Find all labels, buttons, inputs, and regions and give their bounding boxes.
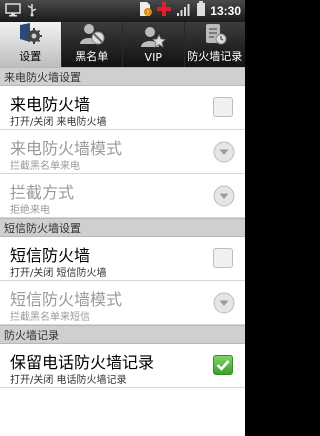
tab-firewall-log[interactable]: 防火墙记录	[185, 22, 246, 67]
call-firewall-row[interactable]: 来电防火墙 打开/关闭 来电防火墙	[0, 86, 245, 130]
call-mode-row[interactable]: 来电防火墙模式 拦截黑名单来电	[0, 130, 245, 174]
sms-firewall-checkbox[interactable]	[213, 248, 235, 270]
settings-list: 来电防火墙设置 来电防火墙 打开/关闭 来电防火墙 来电防火墙模式 拦截黑名单来…	[0, 67, 245, 436]
sim-alert-icon: !	[138, 1, 153, 21]
svg-text:!: !	[147, 9, 150, 17]
row-subtitle: 拦截黑名单来短信	[10, 312, 90, 323]
dropdown-arrow-icon[interactable]	[213, 185, 235, 207]
tab-label: 防火墙记录	[187, 50, 243, 63]
row-subtitle: 打开/关闭 短信防火墙	[10, 268, 107, 279]
tab-vip[interactable]: VIP	[123, 22, 185, 67]
tab-label: 设置	[19, 50, 42, 63]
battery-icon	[196, 1, 206, 21]
gear-shield-icon	[17, 22, 43, 46]
dropdown-arrow-icon[interactable]	[213, 141, 235, 163]
section-header: 短信防火墙设置	[0, 218, 245, 237]
status-time: 13:30	[210, 4, 241, 18]
call-firewall-checkbox[interactable]	[213, 97, 235, 119]
block-method-row[interactable]: 拦截方式 拒绝来电	[0, 174, 245, 218]
dropdown-arrow-icon[interactable]	[213, 292, 235, 314]
tab-bar: 设置 黑名单 VIP 防火墙记录	[0, 22, 245, 67]
row-title: 短信防火墙	[10, 246, 91, 265]
monitor-icon	[5, 2, 21, 21]
sms-firewall-row[interactable]: 短信防火墙 打开/关闭 短信防火墙	[0, 237, 245, 281]
tab-label: 黑名单	[75, 50, 109, 63]
row-title: 拦截方式	[10, 183, 75, 202]
row-title: 来电防火墙	[10, 95, 91, 114]
status-bar: ! 13:30	[0, 0, 245, 22]
signal-icon	[176, 2, 192, 21]
tab-label: VIP	[144, 51, 162, 64]
usb-icon	[26, 2, 38, 21]
keep-log-checkbox[interactable]	[213, 355, 235, 377]
row-title: 保留电话防火墙记录	[10, 353, 155, 372]
medical-cross-icon	[156, 1, 172, 21]
tab-blacklist[interactable]: 黑名单	[62, 22, 123, 67]
sms-mode-row[interactable]: 短信防火墙模式 拦截黑名单来短信	[0, 281, 245, 325]
row-subtitle: 打开/关闭 电话防火墙记录	[10, 375, 127, 386]
star-user-icon	[140, 25, 167, 49]
tab-settings[interactable]: 设置	[0, 22, 62, 67]
keep-log-row[interactable]: 保留电话防火墙记录 打开/关闭 电话防火墙记录	[0, 344, 245, 388]
row-subtitle: 打开/关闭 来电防火墙	[10, 117, 107, 128]
section-header: 来电防火墙设置	[0, 67, 245, 86]
blocked-user-icon	[79, 22, 105, 46]
row-subtitle: 拒绝来电	[10, 205, 50, 216]
log-icon	[202, 22, 228, 46]
row-title: 短信防火墙模式	[10, 290, 123, 309]
row-subtitle: 拦截黑名单来电	[10, 161, 80, 172]
section-header: 防火墙记录	[0, 325, 245, 344]
row-title: 来电防火墙模式	[10, 139, 123, 158]
